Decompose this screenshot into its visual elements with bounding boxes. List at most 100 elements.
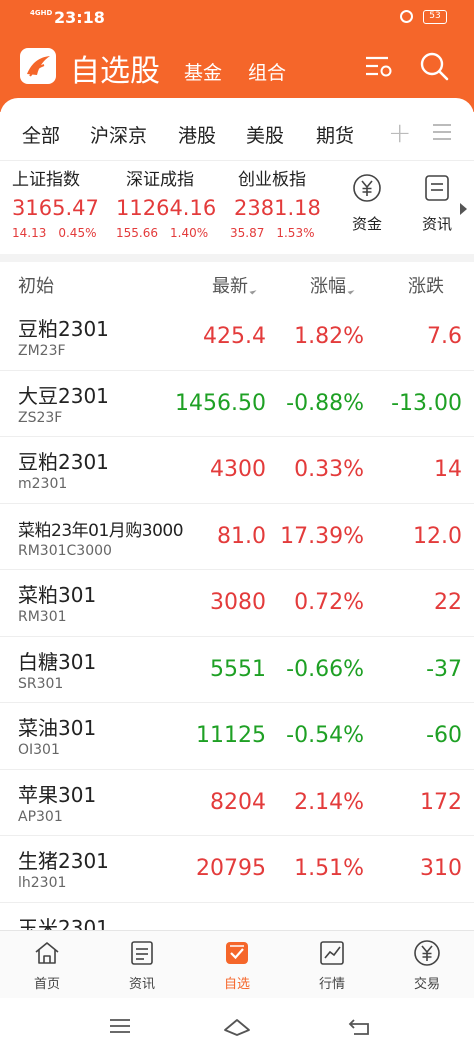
nav-news-label: 资讯: [128, 977, 155, 992]
recent-apps-icon[interactable]: [106, 1012, 134, 1040]
row-code: OI301: [18, 742, 60, 758]
row-code: AP301: [18, 808, 63, 825]
row-name: 菜油301: [18, 716, 97, 740]
column-name[interactable]: 初始: [18, 272, 54, 298]
column-pct[interactable]: 涨幅: [310, 272, 355, 298]
app-header: 4GHD 23:18 53 自选股 基金 组合: [0, 0, 474, 112]
home-nav-icon[interactable]: [222, 1012, 252, 1040]
row-name: 生猪2301: [18, 849, 109, 873]
sort-icon: [347, 287, 355, 295]
row-name: 白糖301: [18, 649, 97, 674]
row-pct: 0.33%: [294, 457, 364, 482]
capital-flow-button[interactable]: 资金: [342, 173, 392, 234]
row-price: 4300: [210, 457, 266, 482]
row-pct: -0.66%: [286, 656, 364, 682]
row-pct: 17.39%: [280, 523, 364, 549]
row-name: 豆粕2301: [18, 450, 109, 474]
column-change[interactable]: 涨跌: [408, 272, 444, 298]
table-row[interactable]: 大豆2301 ZS23F 1456.50 -0.88% -13.00: [0, 371, 474, 437]
nav-trade-label: 交易: [413, 977, 440, 992]
row-pct: -0.88%: [286, 390, 364, 416]
table-row[interactable]: 生猪2301 lh2301 20795 1.51% 310: [0, 836, 474, 903]
chevron-right-icon[interactable]: [460, 203, 467, 215]
row-code: ZM23F: [18, 343, 66, 359]
system-nav-bar: [0, 998, 474, 1053]
row-change: -60: [426, 723, 462, 748]
header-tab-fund[interactable]: 基金: [184, 58, 222, 85]
row-change: 7.6: [427, 324, 462, 349]
row-pct: 0.72%: [294, 590, 364, 615]
table-row[interactable]: 豆粕2301 ZM23F 425.4 1.82% 7.6: [0, 304, 474, 371]
row-price: 8204: [210, 789, 266, 815]
row-code: lh2301: [18, 875, 67, 891]
row-pct: 1.51%: [294, 856, 364, 881]
nav-news[interactable]: 资讯: [112, 939, 172, 992]
edit-settings-icon[interactable]: [362, 50, 394, 82]
table-row[interactable]: 玉米2301: [0, 903, 474, 931]
row-change: -13.00: [391, 390, 462, 416]
index-change-value: 14.13: [12, 226, 47, 240]
row-pct: 2.14%: [294, 789, 364, 815]
index-shenzhen[interactable]: 深证成指 11264.16 155.66 1.40%: [116, 165, 228, 240]
row-name: 菜粕301: [18, 583, 97, 607]
add-icon[interactable]: +: [388, 116, 411, 149]
battery-icon: 53: [423, 10, 447, 24]
column-price-label: 最新: [212, 276, 248, 297]
home-icon: [35, 942, 59, 964]
index-name: 深证成指: [126, 170, 194, 190]
tab-all[interactable]: 全部: [22, 121, 60, 148]
row-code: RM301C3000: [18, 542, 112, 559]
index-strip: 上证指数 3165.47 14.13 0.45% 深证成指 11264.16 15…: [0, 160, 474, 250]
table-row[interactable]: 菜粕23年01月购3000 RM301C3000 81.0 17.39% 12.0: [0, 504, 474, 570]
column-price[interactable]: 最新: [212, 272, 257, 298]
row-change: 12.0: [413, 523, 462, 549]
news-button[interactable]: 资讯: [412, 173, 462, 234]
tab-shanghai-shenzhen[interactable]: 沪深京: [90, 121, 147, 148]
row-code: m2301: [18, 476, 68, 492]
nav-watchlist-label: 自选: [223, 977, 250, 992]
row-price: 11125: [196, 723, 266, 748]
news-icon: [425, 175, 449, 201]
table-row[interactable]: 菜油301 OI301 11125 -0.54% -60: [0, 703, 474, 770]
table-row[interactable]: 豆粕2301 m2301 4300 0.33% 14: [0, 437, 474, 504]
row-code: SR301: [18, 675, 64, 692]
watchlist: 豆粕2301 ZM23F 425.4 1.82% 7.6 大豆2301 ZS23F 1456.…: [0, 304, 474, 930]
row-price: 20795: [196, 856, 266, 881]
index-value: 3165.47: [12, 196, 99, 220]
row-price: 425.4: [203, 324, 266, 349]
index-chinext[interactable]: 创业板指 2381.18 35.87 1.53%: [230, 165, 342, 240]
status-bar: 4GHD 23:18 53: [0, 0, 474, 36]
menu-icon[interactable]: [433, 124, 451, 140]
nav-watchlist[interactable]: 自选: [207, 939, 267, 992]
row-code: ZS23F: [18, 409, 63, 426]
app-logo-icon: [20, 48, 56, 84]
index-name: 创业板指: [238, 170, 306, 190]
nav-trade[interactable]: 交易: [397, 939, 457, 992]
status-time: 23:18: [54, 8, 105, 27]
nav-market[interactable]: 行情: [302, 939, 362, 992]
index-shanghai[interactable]: 上证指数 3165.47 14.13 0.45%: [12, 165, 124, 240]
search-icon[interactable]: [418, 50, 450, 82]
nav-home-label: 首页: [33, 977, 60, 992]
back-icon[interactable]: [346, 1012, 374, 1040]
market-tabs: 全部 沪深京 港股 美股 期货 +: [0, 98, 474, 158]
index-change-pct: 0.45%: [58, 226, 97, 240]
table-row[interactable]: 白糖301 SR301 5551 -0.66% -37: [0, 637, 474, 703]
table-row[interactable]: 苹果301 AP301 8204 2.14% 172: [0, 770, 474, 836]
page-title: 自选股: [70, 54, 160, 89]
main-content: 全部 沪深京 港股 美股 期货 + 上证指数 3165.47 14.13 0.45…: [0, 98, 474, 930]
index-value: 2381.18: [234, 196, 321, 220]
row-price: 3080: [210, 590, 266, 615]
tab-hk-stocks[interactable]: 港股: [178, 121, 216, 148]
tab-futures[interactable]: 期货: [316, 121, 354, 148]
watchlist-icon: [226, 942, 248, 964]
tab-us-stocks[interactable]: 美股: [246, 121, 284, 148]
header-tab-portfolio[interactable]: 组合: [248, 58, 286, 85]
row-pct: -0.54%: [286, 723, 364, 748]
news-label: 资讯: [421, 215, 452, 233]
row-name: 大豆2301: [18, 383, 109, 408]
table-row[interactable]: 菜粕301 RM301 3080 0.72% 22: [0, 570, 474, 637]
yuan-icon: [414, 940, 440, 966]
row-price: 5551: [210, 656, 266, 682]
nav-home[interactable]: 首页: [17, 939, 77, 992]
